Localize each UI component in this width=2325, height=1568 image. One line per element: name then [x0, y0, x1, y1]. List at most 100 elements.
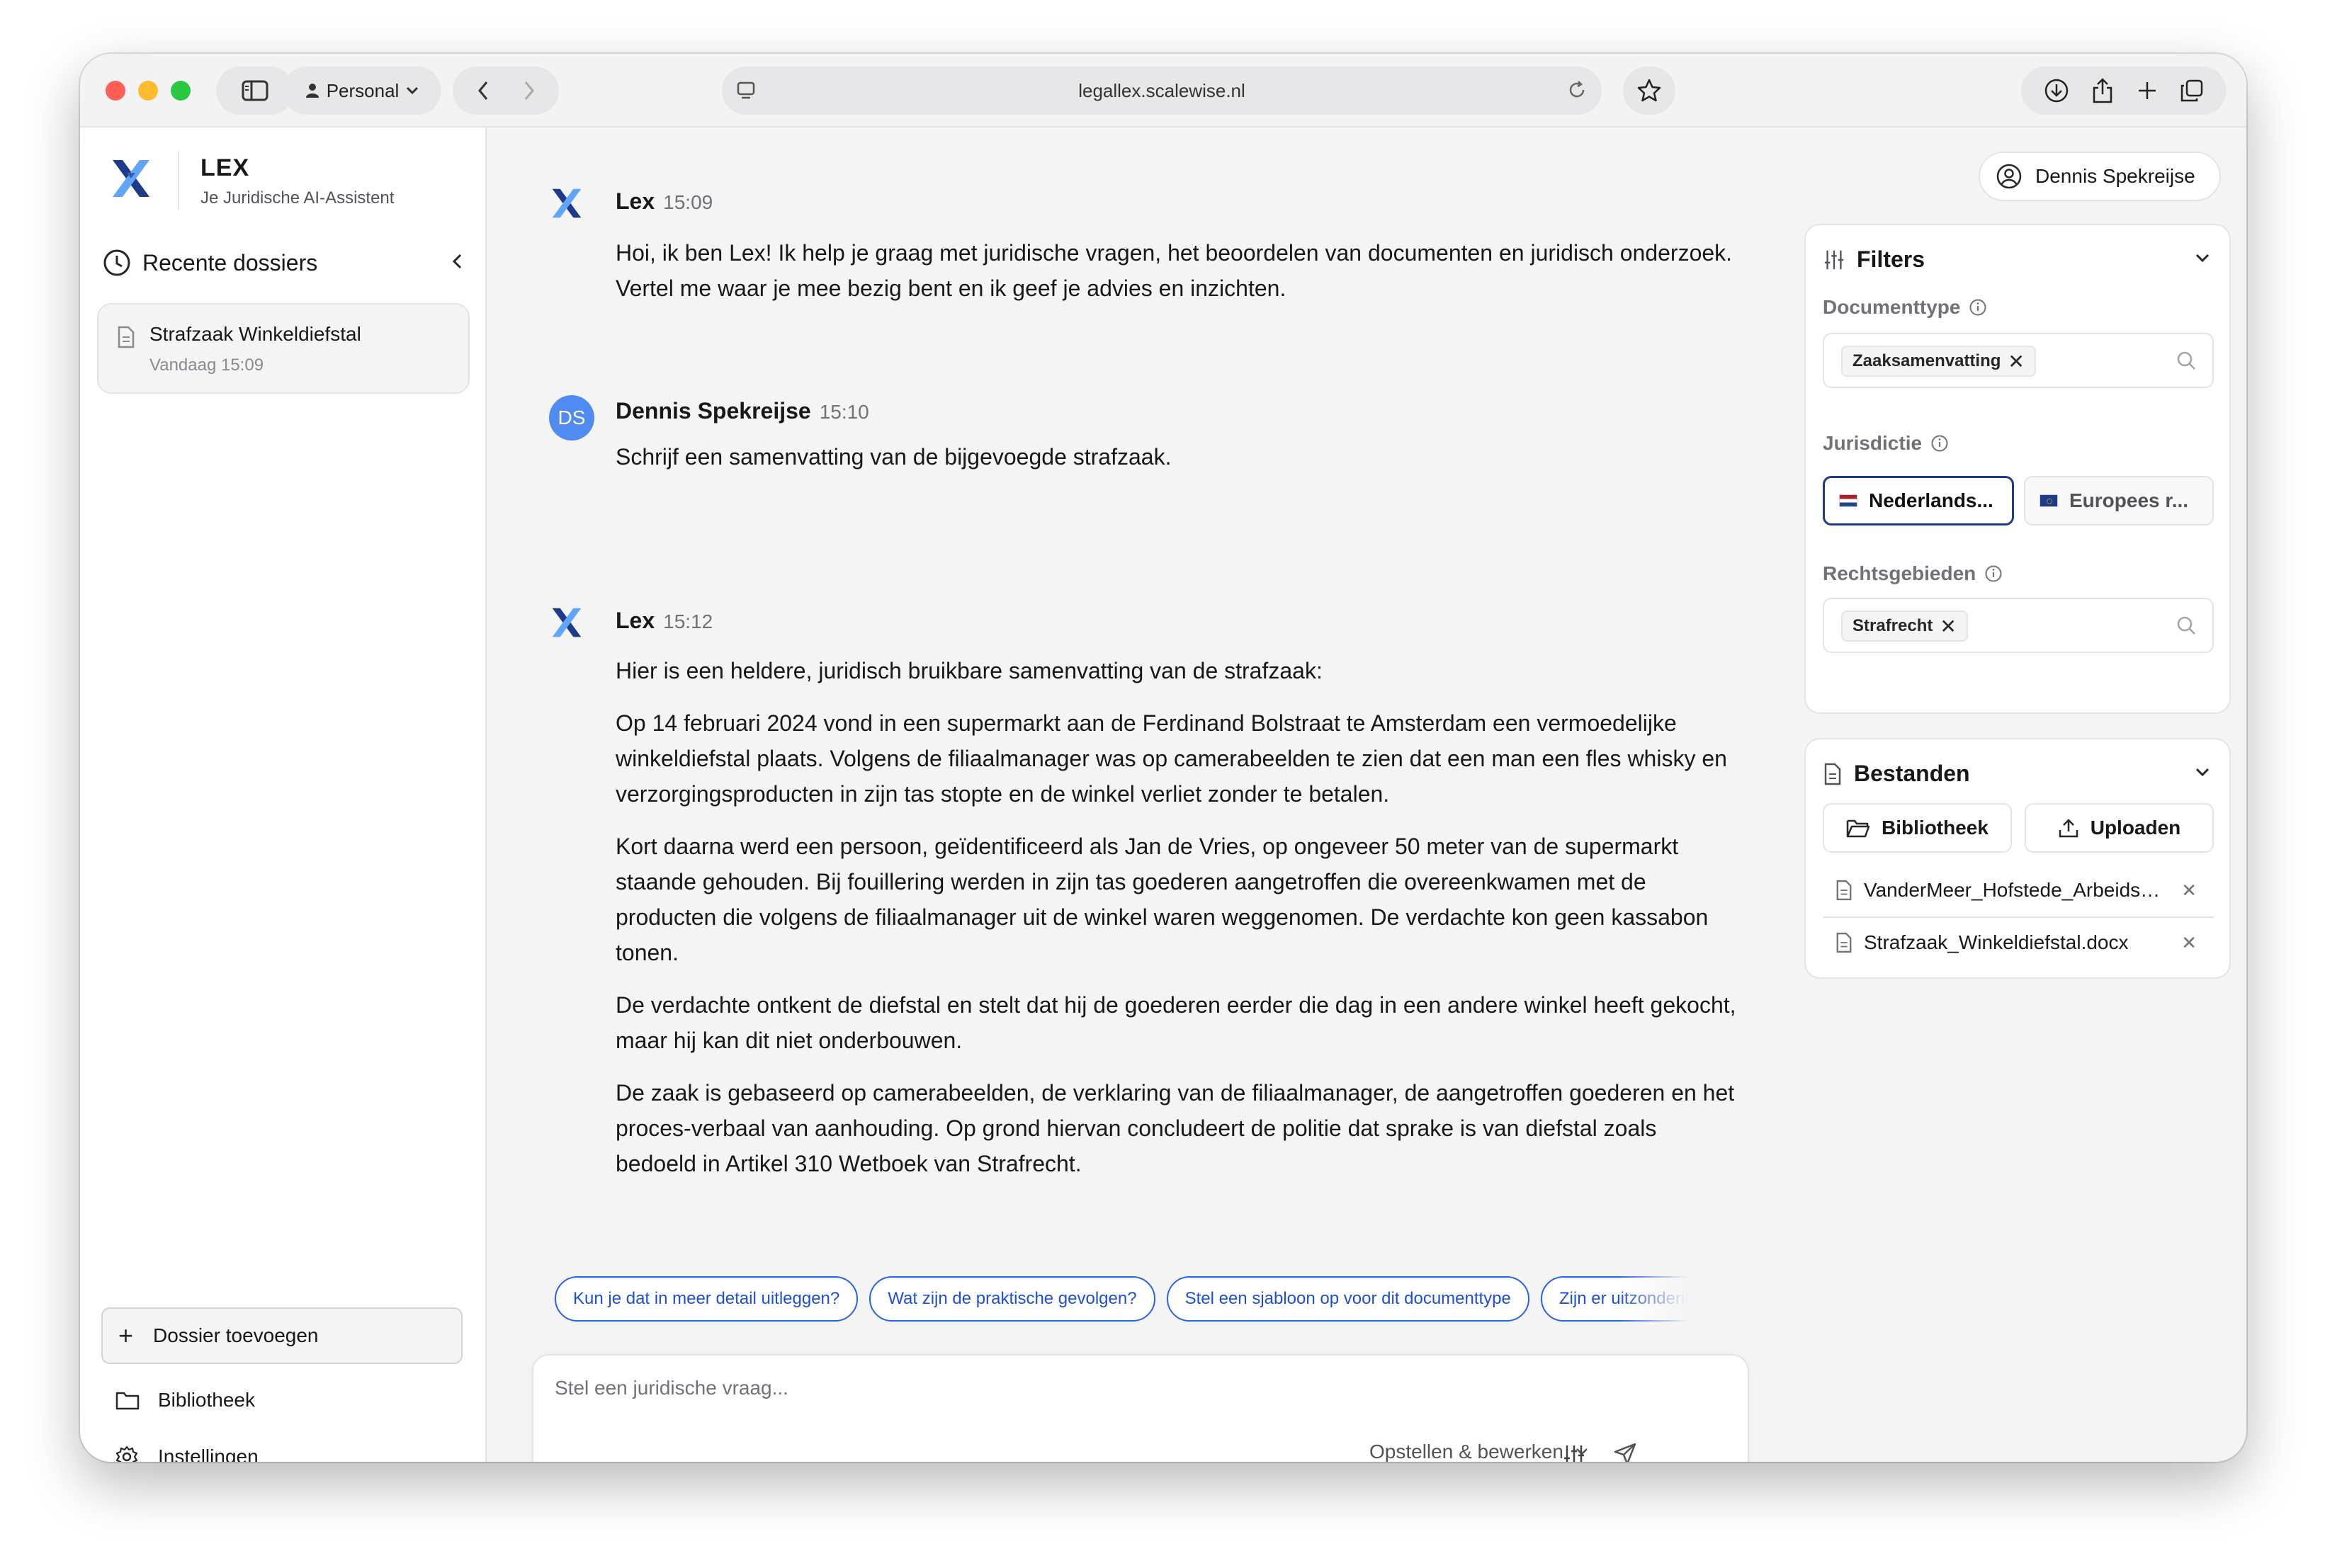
- user-circle-icon: [1996, 164, 2022, 189]
- filter-sliders-icon: [1824, 250, 1844, 269]
- document-icon: [1836, 880, 1852, 901]
- profile-menu[interactable]: Personal: [283, 67, 441, 115]
- suggestion-chips: Kun je dat in meer detail uitleggen? Wat …: [555, 1276, 1718, 1323]
- question-input[interactable]: [555, 1370, 1688, 1407]
- suggestion-chip[interactable]: Kun je dat in meer detail uitleggen?: [555, 1276, 859, 1322]
- mode-label: Opstellen & bewerken: [1369, 1441, 1563, 1462]
- message-paragraph: De verdachte ontkent de diefstal en stel…: [616, 992, 1736, 1053]
- mode-select[interactable]: Opstellen & bewerken: [1369, 1441, 1589, 1462]
- message-body: Hoi, ik ben Lex! Ik help je graag met ju…: [616, 235, 1742, 323]
- document-icon: [118, 326, 135, 348]
- share-icon[interactable]: [2091, 77, 2114, 104]
- brand-subtitle: Je Juridische AI-Assistent: [200, 188, 395, 208]
- gear-icon: [115, 1445, 138, 1462]
- areas-select[interactable]: Strafrecht ✕: [1823, 598, 2214, 653]
- forward-icon[interactable]: [523, 80, 536, 101]
- bookmark-button[interactable]: [1623, 67, 1675, 115]
- file-name: Strafzaak_Winkeldiefstal.docx: [1864, 931, 2129, 953]
- dossier-title: Strafzaak Winkeldiefstal: [149, 323, 361, 345]
- sidebar-item-settings[interactable]: Instellingen: [115, 1439, 259, 1462]
- clock-icon: [103, 249, 130, 276]
- reload-icon[interactable]: [1566, 79, 1588, 101]
- doctype-select[interactable]: Zaaksamenvatting ✕: [1823, 333, 2214, 388]
- add-dossier-label: Dossier toevoegen: [153, 1324, 319, 1346]
- files-header[interactable]: Bestanden: [1823, 761, 1970, 787]
- doctype-label: Documenttype: [1823, 296, 1987, 319]
- new-tab-icon[interactable]: [2137, 80, 2158, 101]
- jurisdiction-label: Jurisdictie: [1823, 432, 1949, 455]
- add-dossier-button[interactable]: + Dossier toevoegen: [101, 1307, 463, 1364]
- browser-titlebar: Personal legallex.scalewise.nl: [80, 54, 2246, 127]
- browser-actions: [2021, 67, 2227, 115]
- page-settings-icon[interactable]: [736, 81, 756, 101]
- maximize-window-button[interactable]: [171, 81, 191, 101]
- tab-overview-icon[interactable]: [2180, 79, 2204, 103]
- message-sender: Lex 15:09: [616, 188, 713, 214]
- filters-header[interactable]: Filters: [1823, 246, 1925, 273]
- chat-composer: Opstellen & bewerken: [532, 1354, 1749, 1462]
- message-paragraph: Schrijf een samenvatting van de bijgevoe…: [616, 444, 1172, 470]
- chevron-down-icon[interactable]: [2194, 766, 2211, 778]
- sidebar-item-label: Instellingen: [158, 1445, 259, 1462]
- recent-dossiers-header: Recente dossiers: [103, 245, 464, 280]
- user-menu-button[interactable]: Dennis Spekreijse: [1979, 152, 2221, 201]
- dossier-time: Vandaag 15:09: [149, 356, 264, 375]
- remove-file-icon[interactable]: ✕: [2181, 932, 2197, 954]
- file-name: VanderMeer_Hofstede_Arbeidsovereenkomst.…: [1864, 879, 2161, 901]
- star-icon: [1637, 79, 1661, 102]
- message-paragraph: Kort daarna werd een persoon, geïdentifi…: [616, 834, 1709, 965]
- jurisdiction-option-eu[interactable]: Europees r...: [2024, 476, 2214, 525]
- file-item[interactable]: Strafzaak_Winkeldiefstal.docx ✕: [1823, 918, 2214, 967]
- message-paragraph: Hier is een heldere, juridisch bruikbare…: [616, 658, 1323, 683]
- remove-tag-icon[interactable]: ✕: [2008, 350, 2024, 373]
- person-icon: [305, 84, 319, 98]
- search-icon: [2177, 616, 2195, 635]
- suggestions-fade: [1619, 1276, 1718, 1323]
- message-sender: Dennis Spekreijse 15:10: [616, 398, 869, 424]
- dossier-item[interactable]: Strafzaak Winkeldiefstal Vandaag 15:09: [97, 303, 470, 394]
- profile-label: Personal: [326, 79, 400, 101]
- files-actions: Bibliotheek Uploaden: [1823, 803, 2214, 853]
- user-avatar: DS: [549, 395, 594, 441]
- download-icon[interactable]: [2044, 78, 2069, 103]
- recent-dossiers-title: Recente dossiers: [142, 249, 318, 275]
- sidebar-item-library[interactable]: Bibliotheek: [115, 1382, 255, 1418]
- chevron-down-icon: [407, 86, 419, 95]
- sidebar-item-label: Bibliotheek: [158, 1389, 255, 1411]
- message-body: Schrijf een samenvatting van de bijgevoe…: [616, 439, 1742, 492]
- minimize-window-button[interactable]: [138, 81, 158, 101]
- brand-divider: [178, 152, 179, 210]
- library-button[interactable]: Bibliotheek: [1823, 803, 2012, 853]
- suggestion-chip[interactable]: Stel een sjabloon op voor dit documentty…: [1166, 1276, 1529, 1322]
- upload-icon: [2059, 819, 2078, 838]
- files-panel: Bestanden Bibliotheek Uploaden VanderMee…: [1804, 738, 2231, 979]
- chat-area: Lex 15:09 Hoi, ik ben Lex! Ik help je gra…: [487, 127, 1787, 1462]
- file-item[interactable]: VanderMeer_Hofstede_Arbeidsovereenkomst.…: [1823, 865, 2214, 915]
- history-nav: [453, 67, 559, 115]
- collapse-sidebar-icon[interactable]: [450, 251, 464, 272]
- remove-file-icon[interactable]: ✕: [2181, 880, 2197, 902]
- jurisdiction-option-nl[interactable]: Nederlands...: [1823, 476, 2014, 525]
- message-time: 15:09: [663, 191, 713, 213]
- suggestion-chip[interactable]: Wat zijn de praktische gevolgen?: [869, 1276, 1155, 1322]
- sliders-icon[interactable]: [1562, 1443, 1586, 1462]
- sidebar-icon: [242, 80, 268, 101]
- upload-button[interactable]: Uploaden: [2025, 803, 2214, 853]
- document-icon: [1824, 763, 1841, 785]
- lex-avatar-icon: [552, 608, 582, 637]
- back-icon[interactable]: [477, 80, 490, 101]
- eu-flag-icon: [2040, 494, 2058, 507]
- address-bar[interactable]: legallex.scalewise.nl: [722, 67, 1602, 115]
- message-paragraph: Op 14 februari 2024 vond in een supermar…: [616, 710, 1727, 807]
- send-icon[interactable]: [1613, 1442, 1637, 1462]
- area-tag: Strafrecht ✕: [1841, 610, 1968, 642]
- document-icon: [1836, 932, 1852, 953]
- chevron-down-icon[interactable]: [2194, 252, 2211, 263]
- info-icon: [1985, 565, 2002, 582]
- message-paragraph: De zaak is gebaseerd op camerabeelden, d…: [616, 1080, 1735, 1176]
- remove-tag-icon[interactable]: ✕: [1940, 615, 1956, 638]
- sidebar: LEX Je Juridische AI-Assistent Recente d…: [80, 127, 487, 1462]
- lex-avatar-icon: [552, 188, 582, 218]
- close-window-button[interactable]: [106, 81, 125, 101]
- plus-icon: +: [118, 1321, 134, 1350]
